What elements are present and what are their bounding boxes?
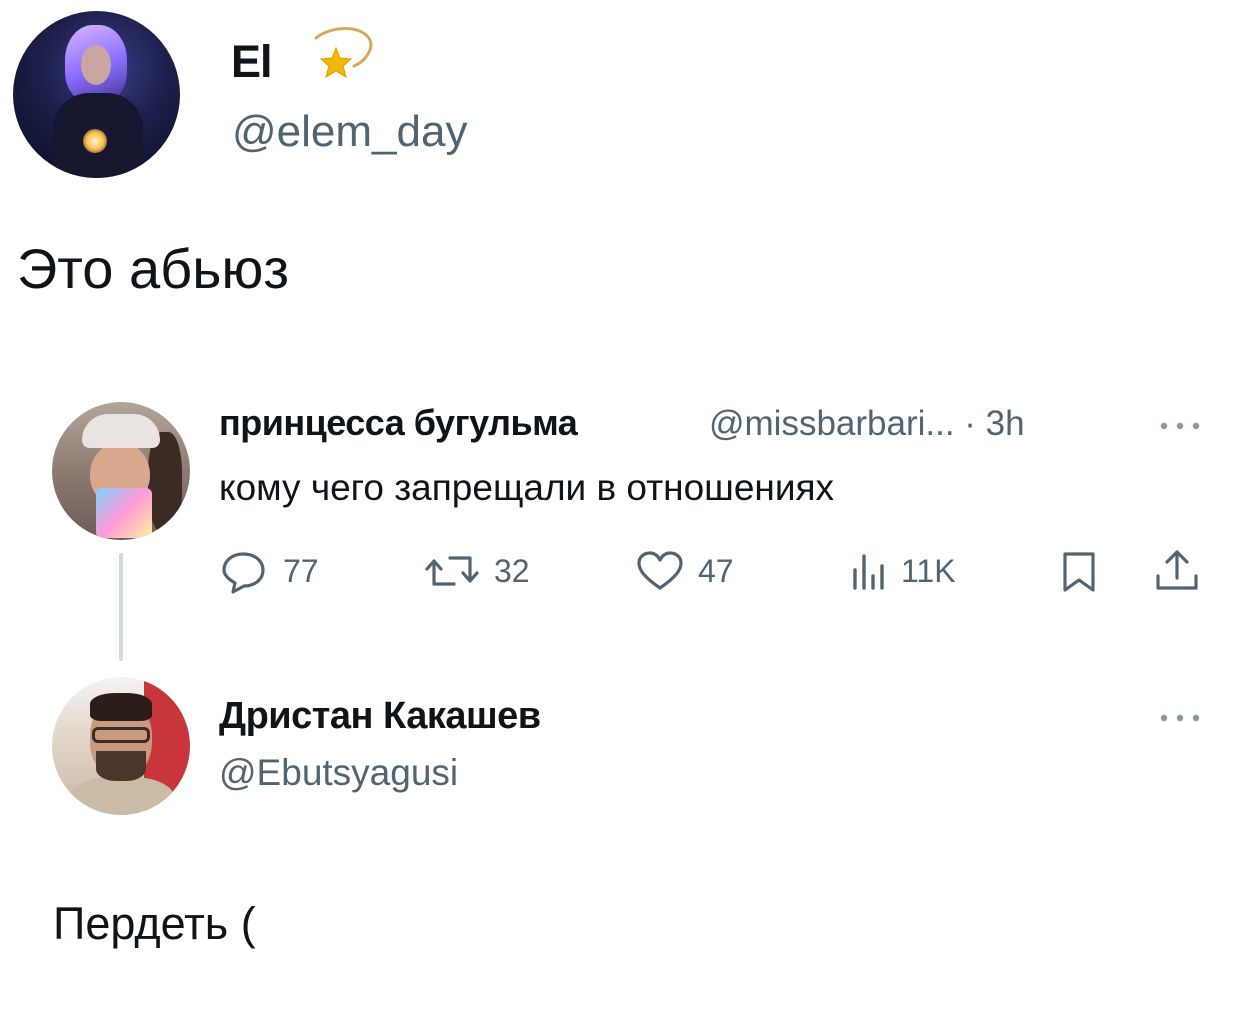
shooting-star-icon [314, 27, 373, 79]
reply-count: 77 [283, 552, 319, 589]
reply-author-avatar[interactable] [52, 677, 190, 815]
like-count: 47 [698, 552, 734, 589]
quoted-author-avatar[interactable] [52, 402, 190, 540]
share-icon [1156, 550, 1198, 590]
retweet-button[interactable]: 32 [424, 548, 530, 594]
tweet-text: Это абьюз [17, 237, 290, 300]
reply-author-name[interactable]: Дристан Какашев [219, 695, 541, 738]
author-avatar[interactable] [13, 11, 180, 178]
author-handle[interactable]: @elem_day [232, 107, 467, 157]
bookmark-button[interactable] [1059, 548, 1099, 594]
reply-button[interactable]: 77 [219, 548, 319, 594]
heart-icon [637, 551, 683, 590]
reply-author-handle[interactable]: @Ebutsyagusi [219, 752, 458, 794]
reply-tweet-text: Пердеть ( [53, 898, 256, 949]
thread-connector-line [119, 553, 123, 661]
views-count: 11K [901, 552, 956, 589]
quoted-author-name[interactable]: принцесса бугульма [219, 402, 578, 444]
share-button[interactable] [1153, 548, 1201, 594]
quoted-author-handle-time[interactable]: @missbarbari... · 3h [709, 404, 1025, 444]
views-button[interactable]: 11K [849, 548, 956, 594]
quoted-tweet-text: кому чего запрещали в отношениях [219, 467, 835, 508]
author-display-name[interactable]: El [231, 36, 273, 88]
views-chart-icon [853, 554, 884, 590]
more-dots-icon[interactable] [1155, 418, 1205, 434]
bookmark-icon [1063, 552, 1095, 592]
more-dots-icon[interactable] [1155, 710, 1205, 726]
reply-bubble-icon [222, 552, 265, 594]
retweet-icon [425, 556, 479, 586]
retweet-count: 32 [494, 552, 530, 589]
like-button[interactable]: 47 [634, 548, 734, 594]
